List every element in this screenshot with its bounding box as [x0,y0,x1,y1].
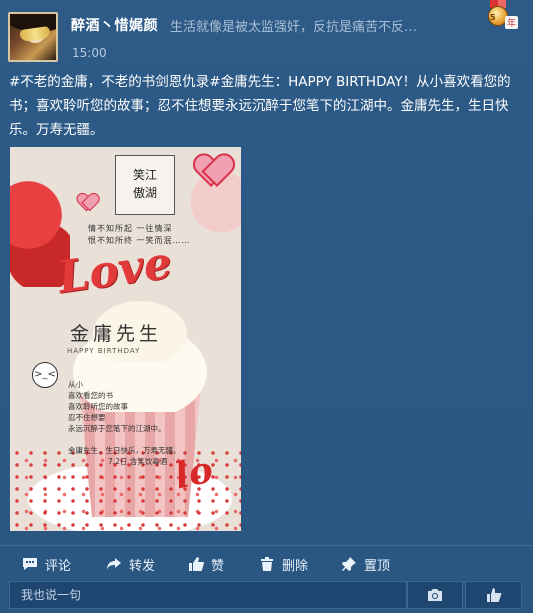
feed-post-card: 醉酒丶惜娓颜 生活就像是被太监强奸，反抗是痛苦不反… 15:00 5 年 #不老… [0,0,533,613]
delete-button[interactable]: 删除 [259,553,308,575]
comment-icon [23,558,37,570]
note-line: 永远沉醉于您笔下的江湖中。 [68,424,166,433]
username[interactable]: 醉酒丶惜娓颜 [71,15,158,35]
forward-label: 转发 [129,558,156,574]
note-line: 喜欢看您的书 [68,391,113,400]
forward-icon [107,558,121,570]
like-button[interactable]: 赞 [188,553,224,575]
comment-input[interactable]: 我也说一句 [9,581,407,609]
post-image[interactable]: 笑江 傲湖 情不知所起 一往情深 恨不知所终 一笑而泯…… Love 金庸先生 … [10,147,241,531]
happy-birthday-label: HAPPY BIRTHDAY [67,347,141,355]
book-title-line-2: 傲湖 [132,186,157,200]
badge-year: 年 [505,16,519,29]
thumbs-up-icon [189,557,204,571]
note-line: 从小 [68,380,83,389]
avatar[interactable] [8,12,58,62]
note-line: 喜欢聆听您的故事 [68,402,128,411]
comment-label: 评论 [45,558,72,574]
delete-label: 删除 [282,558,309,574]
avatar-mask [19,25,51,43]
pin-button[interactable]: 置顶 [341,553,390,575]
trash-icon [261,557,273,571]
comment-row: 我也说一句 [9,581,522,609]
face-doodle-icon: >_< [32,362,58,388]
book-title-line-1: 笑江 [132,168,157,182]
book-title-box: 笑江 傲湖 [115,155,175,215]
note-line: 忍不住想要 [68,413,106,422]
level-badge[interactable]: 5 年 [482,0,522,34]
user-signature: 生活就像是被太监强奸，反抗是痛苦不反… [170,20,418,35]
comment-button[interactable]: 评论 [22,553,71,575]
camera-button[interactable] [407,581,463,609]
like-label: 赞 [211,558,225,574]
pin-icon [342,557,356,571]
post-time: 15:00 [72,46,107,60]
heart-icon [78,194,97,211]
post-text: #不老的金庸，不老的书剑恩仇录#金庸先生：HAPPY BIRTHDAY！从小喜欢… [9,74,511,138]
cake-title: 金庸先生 [70,323,163,345]
forward-button[interactable]: 转发 [106,553,155,575]
badge-number: 5 [490,13,496,22]
thumbs-up-hand-icon [486,588,501,602]
emoji-button[interactable] [465,581,522,609]
heart-icon [195,155,229,185]
pin-label: 置顶 [364,558,391,574]
camera-icon [428,589,442,601]
post-header: 醉酒丶惜娓颜 生活就像是被太监强奸，反抗是痛苦不反… 15:00 5 年 [8,0,528,64]
note-text: 从小 喜欢看您的书 喜欢聆听您的故事 忍不住想要 永远沉醉于您笔下的江湖中。 [68,379,208,434]
action-bar: 评论 转发 赞 删除 置顶 [0,545,533,579]
poem-line-1: 情不知所起 一往情深 [88,224,173,233]
